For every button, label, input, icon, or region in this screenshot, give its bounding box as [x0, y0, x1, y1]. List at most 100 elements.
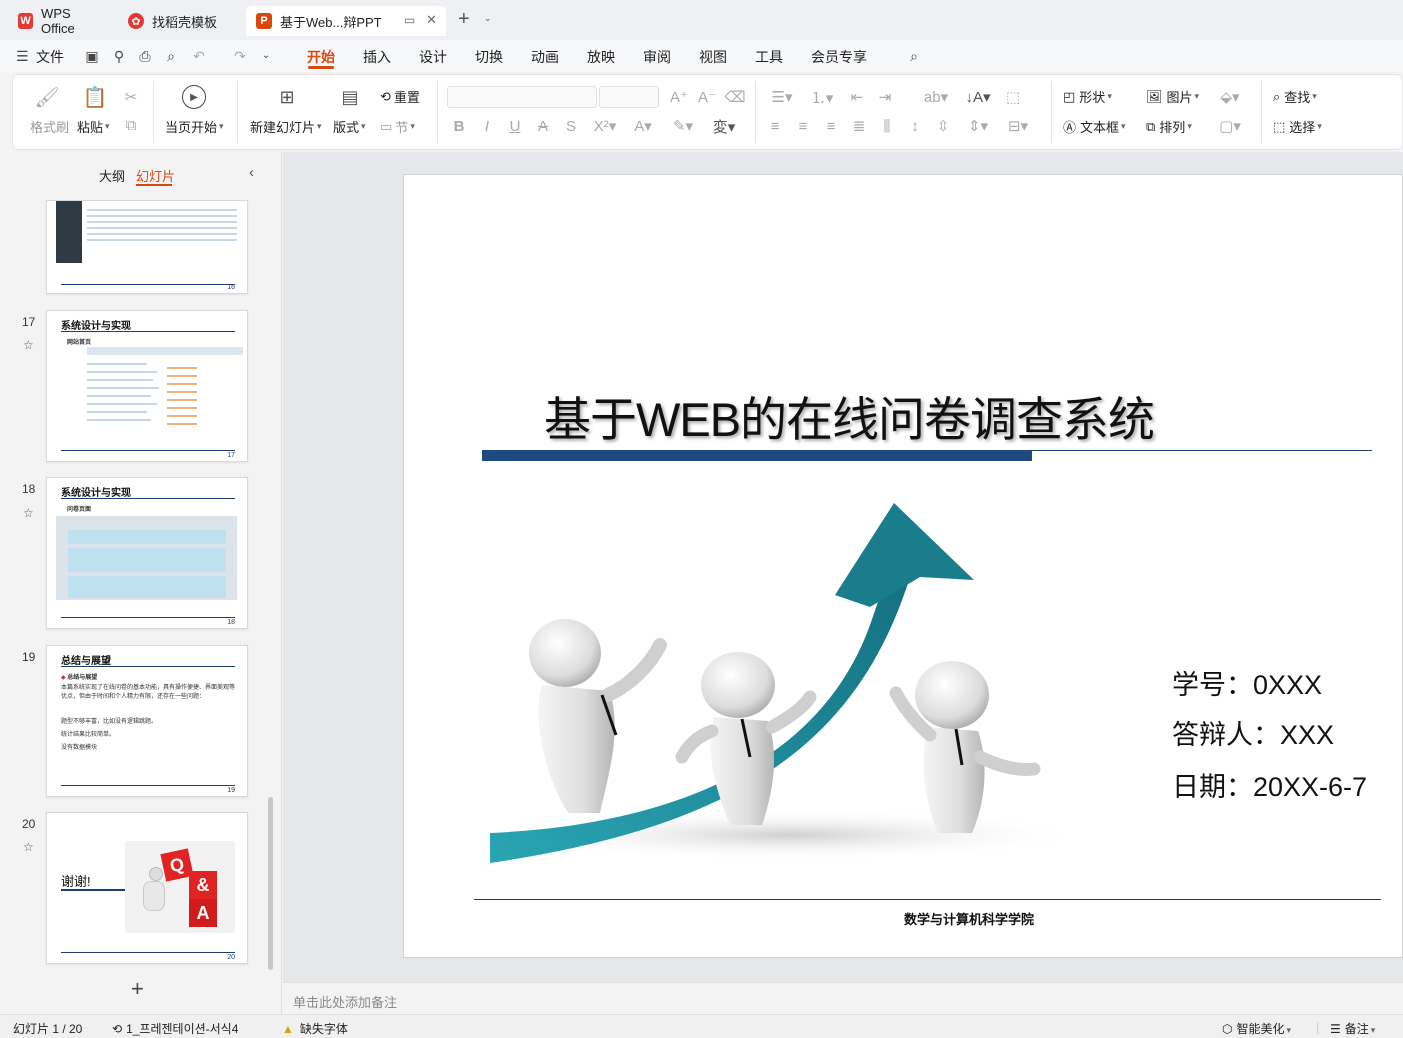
menu-transitions[interactable]: 切换: [475, 47, 503, 67]
italic-icon[interactable]: I: [477, 116, 497, 136]
presenter-text[interactable]: 答辩人：XXX: [1172, 713, 1334, 752]
strikethrough-icon[interactable]: A: [533, 116, 553, 136]
underline-icon[interactable]: U: [505, 116, 525, 136]
char-spacing-icon[interactable]: 変▾: [709, 116, 739, 136]
slide-thumbnail-18[interactable]: 系统设计与实现 问卷页面 18: [46, 477, 248, 629]
convert-smartart-icon[interactable]: ⬚: [1003, 87, 1023, 107]
menu-tools[interactable]: 工具: [755, 47, 783, 67]
arrange-button[interactable]: ⧉ 排列 ▾: [1146, 117, 1192, 136]
picture-button[interactable]: 🖼 图片 ▾: [1146, 87, 1199, 106]
distribute-icon[interactable]: ⫼: [877, 116, 897, 136]
layout-icon: ▤: [341, 86, 359, 107]
highlight-icon[interactable]: ✎▾: [669, 116, 697, 136]
save-icon[interactable]: ▣: [84, 48, 100, 64]
menu-hamburger-icon[interactable]: ☰: [16, 48, 29, 64]
slide-thumbnail-19[interactable]: 总结与展望 ◆ 总结与展望 本篇系统实现了在线问卷的基本功能，具有操作便捷、界面…: [46, 645, 248, 797]
clear-format-icon[interactable]: ⌫: [724, 87, 745, 107]
reset-button[interactable]: ⟲ 重置: [380, 87, 420, 106]
select-button[interactable]: ⬚ 选择 ▾: [1273, 117, 1322, 136]
tab-current-document[interactable]: P 基于Web...辩PPT ▭ ✕: [246, 6, 446, 36]
student-id-text[interactable]: 学号：0XXX: [1172, 663, 1322, 702]
new-slide-button[interactable]: 新建幻灯片 ▾: [250, 117, 322, 136]
print-icon[interactable]: ⎙: [137, 48, 153, 64]
columns-icon[interactable]: ⇕▾: [963, 116, 993, 136]
copy-icon[interactable]: ⧉: [121, 115, 141, 135]
new-tab-icon[interactable]: +: [458, 9, 470, 29]
notes-toggle-button[interactable]: ☰ 备注 ▾: [1330, 1020, 1375, 1037]
format-painter-button[interactable]: 格式刷: [30, 117, 69, 136]
align-right-icon[interactable]: ≡: [821, 116, 841, 136]
search-icon[interactable]: ⌕: [906, 48, 922, 64]
tab-outline[interactable]: 大纲: [99, 166, 125, 185]
tab-list-chevron-icon[interactable]: ⌄: [484, 13, 492, 24]
layout-button[interactable]: 版式 ▾: [333, 117, 366, 136]
print-preview-icon[interactable]: ⌕: [163, 48, 179, 64]
redo-icon[interactable]: ↷: [232, 48, 248, 64]
menu-slideshow[interactable]: 放映: [587, 47, 615, 67]
slide-thumbnail-16[interactable]: 16: [46, 200, 248, 294]
date-text[interactable]: 日期：20XX-6-7: [1172, 765, 1367, 804]
section-button[interactable]: ▭ 节 ▾: [380, 117, 415, 136]
font-size-select[interactable]: [599, 86, 659, 108]
menu-view[interactable]: 视图: [699, 47, 727, 67]
find-button[interactable]: ⌕ 查找 ▾: [1273, 87, 1317, 106]
menu-membership[interactable]: 会员专享: [811, 47, 867, 67]
increase-font-icon[interactable]: A⁺: [669, 87, 689, 107]
cut-icon[interactable]: ✂: [121, 87, 141, 107]
fill-color-icon[interactable]: ⬙▾: [1215, 87, 1245, 107]
menu-insert[interactable]: 插入: [363, 47, 391, 67]
shadow-text-icon[interactable]: S: [561, 116, 581, 136]
paragraph-spacing-icon[interactable]: ⇳: [933, 116, 953, 136]
decrease-font-icon[interactable]: A⁻: [697, 87, 717, 107]
close-tab-icon[interactable]: ✕: [426, 12, 437, 28]
paste-button[interactable]: 粘贴 ▾: [77, 117, 110, 136]
line-spacing-icon[interactable]: ↕: [905, 116, 925, 136]
text-align-box-icon[interactable]: ⊟▾: [1003, 116, 1033, 136]
font-color-icon[interactable]: A▾: [629, 116, 657, 136]
add-slide-icon[interactable]: +: [131, 978, 144, 1000]
quick-access-chevron-icon[interactable]: ⌄: [258, 48, 274, 64]
thumbnail-scrollbar[interactable]: [268, 797, 273, 970]
menu-file[interactable]: 文件: [36, 47, 64, 67]
share-icon[interactable]: ⚲: [111, 48, 127, 64]
menu-home[interactable]: 开始: [307, 47, 335, 67]
align-left-icon[interactable]: ≡: [765, 116, 785, 136]
current-slide[interactable]: 基于WEB的在线问卷调查系统 学号：0XXX 答辩人：XXX 日期：20XX-6…: [403, 174, 1403, 958]
smart-beautify-button[interactable]: ⬡ 智能美化 ▾: [1222, 1020, 1291, 1037]
star-icon[interactable]: ☆: [23, 338, 34, 352]
chevron-down-icon: ▾: [1121, 121, 1126, 131]
bold-icon[interactable]: B: [449, 116, 469, 136]
star-icon[interactable]: ☆: [23, 840, 34, 854]
superscript-icon[interactable]: X²▾: [591, 116, 619, 136]
missing-font-button[interactable]: ▲ 缺失字体: [282, 1020, 348, 1037]
theme-name[interactable]: ⟲ 1_프레젠테이션-서식4: [112, 1020, 238, 1037]
align-center-icon[interactable]: ≡: [793, 116, 813, 136]
text-direction-icon[interactable]: ab▾: [921, 87, 951, 107]
shape-button[interactable]: ◰ 形状 ▾: [1063, 87, 1112, 106]
play-from-current-button[interactable]: 当页开始 ▾: [165, 117, 224, 136]
numbered-list-icon[interactable]: ⒈▾: [807, 87, 837, 107]
slide-title[interactable]: 基于WEB的在线问卷调查系统: [544, 381, 1155, 450]
star-icon[interactable]: ☆: [23, 506, 34, 520]
collapse-panel-icon[interactable]: ‹: [249, 164, 254, 181]
float-window-icon[interactable]: ▭: [404, 13, 415, 27]
decrease-indent-icon[interactable]: ⇤: [847, 87, 867, 107]
justify-icon[interactable]: ≣: [849, 116, 869, 136]
tab-wps-office[interactable]: W WPS Office: [8, 6, 114, 36]
outline-color-icon[interactable]: ▢▾: [1215, 116, 1245, 136]
tab-slides[interactable]: 幻灯片: [136, 166, 175, 185]
textbox-button[interactable]: Ⓐ 文本框 ▾: [1063, 117, 1126, 136]
menu-animations[interactable]: 动画: [531, 47, 559, 67]
notes-pane[interactable]: 单击此处添加备注: [283, 982, 1403, 1014]
tab-daoke-templates[interactable]: ✿ 找稻壳模板: [118, 6, 242, 36]
undo-icon[interactable]: ↶: [191, 48, 207, 64]
school-name[interactable]: 数学与计算机科学学院: [904, 909, 1034, 928]
font-family-select[interactable]: [447, 86, 597, 108]
menu-review[interactable]: 审阅: [643, 47, 671, 67]
bullet-list-icon[interactable]: ☰▾: [767, 87, 797, 107]
slide-thumbnail-20[interactable]: 谢谢! Q & A 20: [46, 812, 248, 964]
menu-design[interactable]: 设计: [419, 47, 447, 67]
slide-thumbnail-17[interactable]: 系统设计与实现 网站首页 17: [46, 310, 248, 462]
increase-indent-icon[interactable]: ⇥: [875, 87, 895, 107]
sort-icon[interactable]: ↓A▾: [963, 87, 993, 107]
